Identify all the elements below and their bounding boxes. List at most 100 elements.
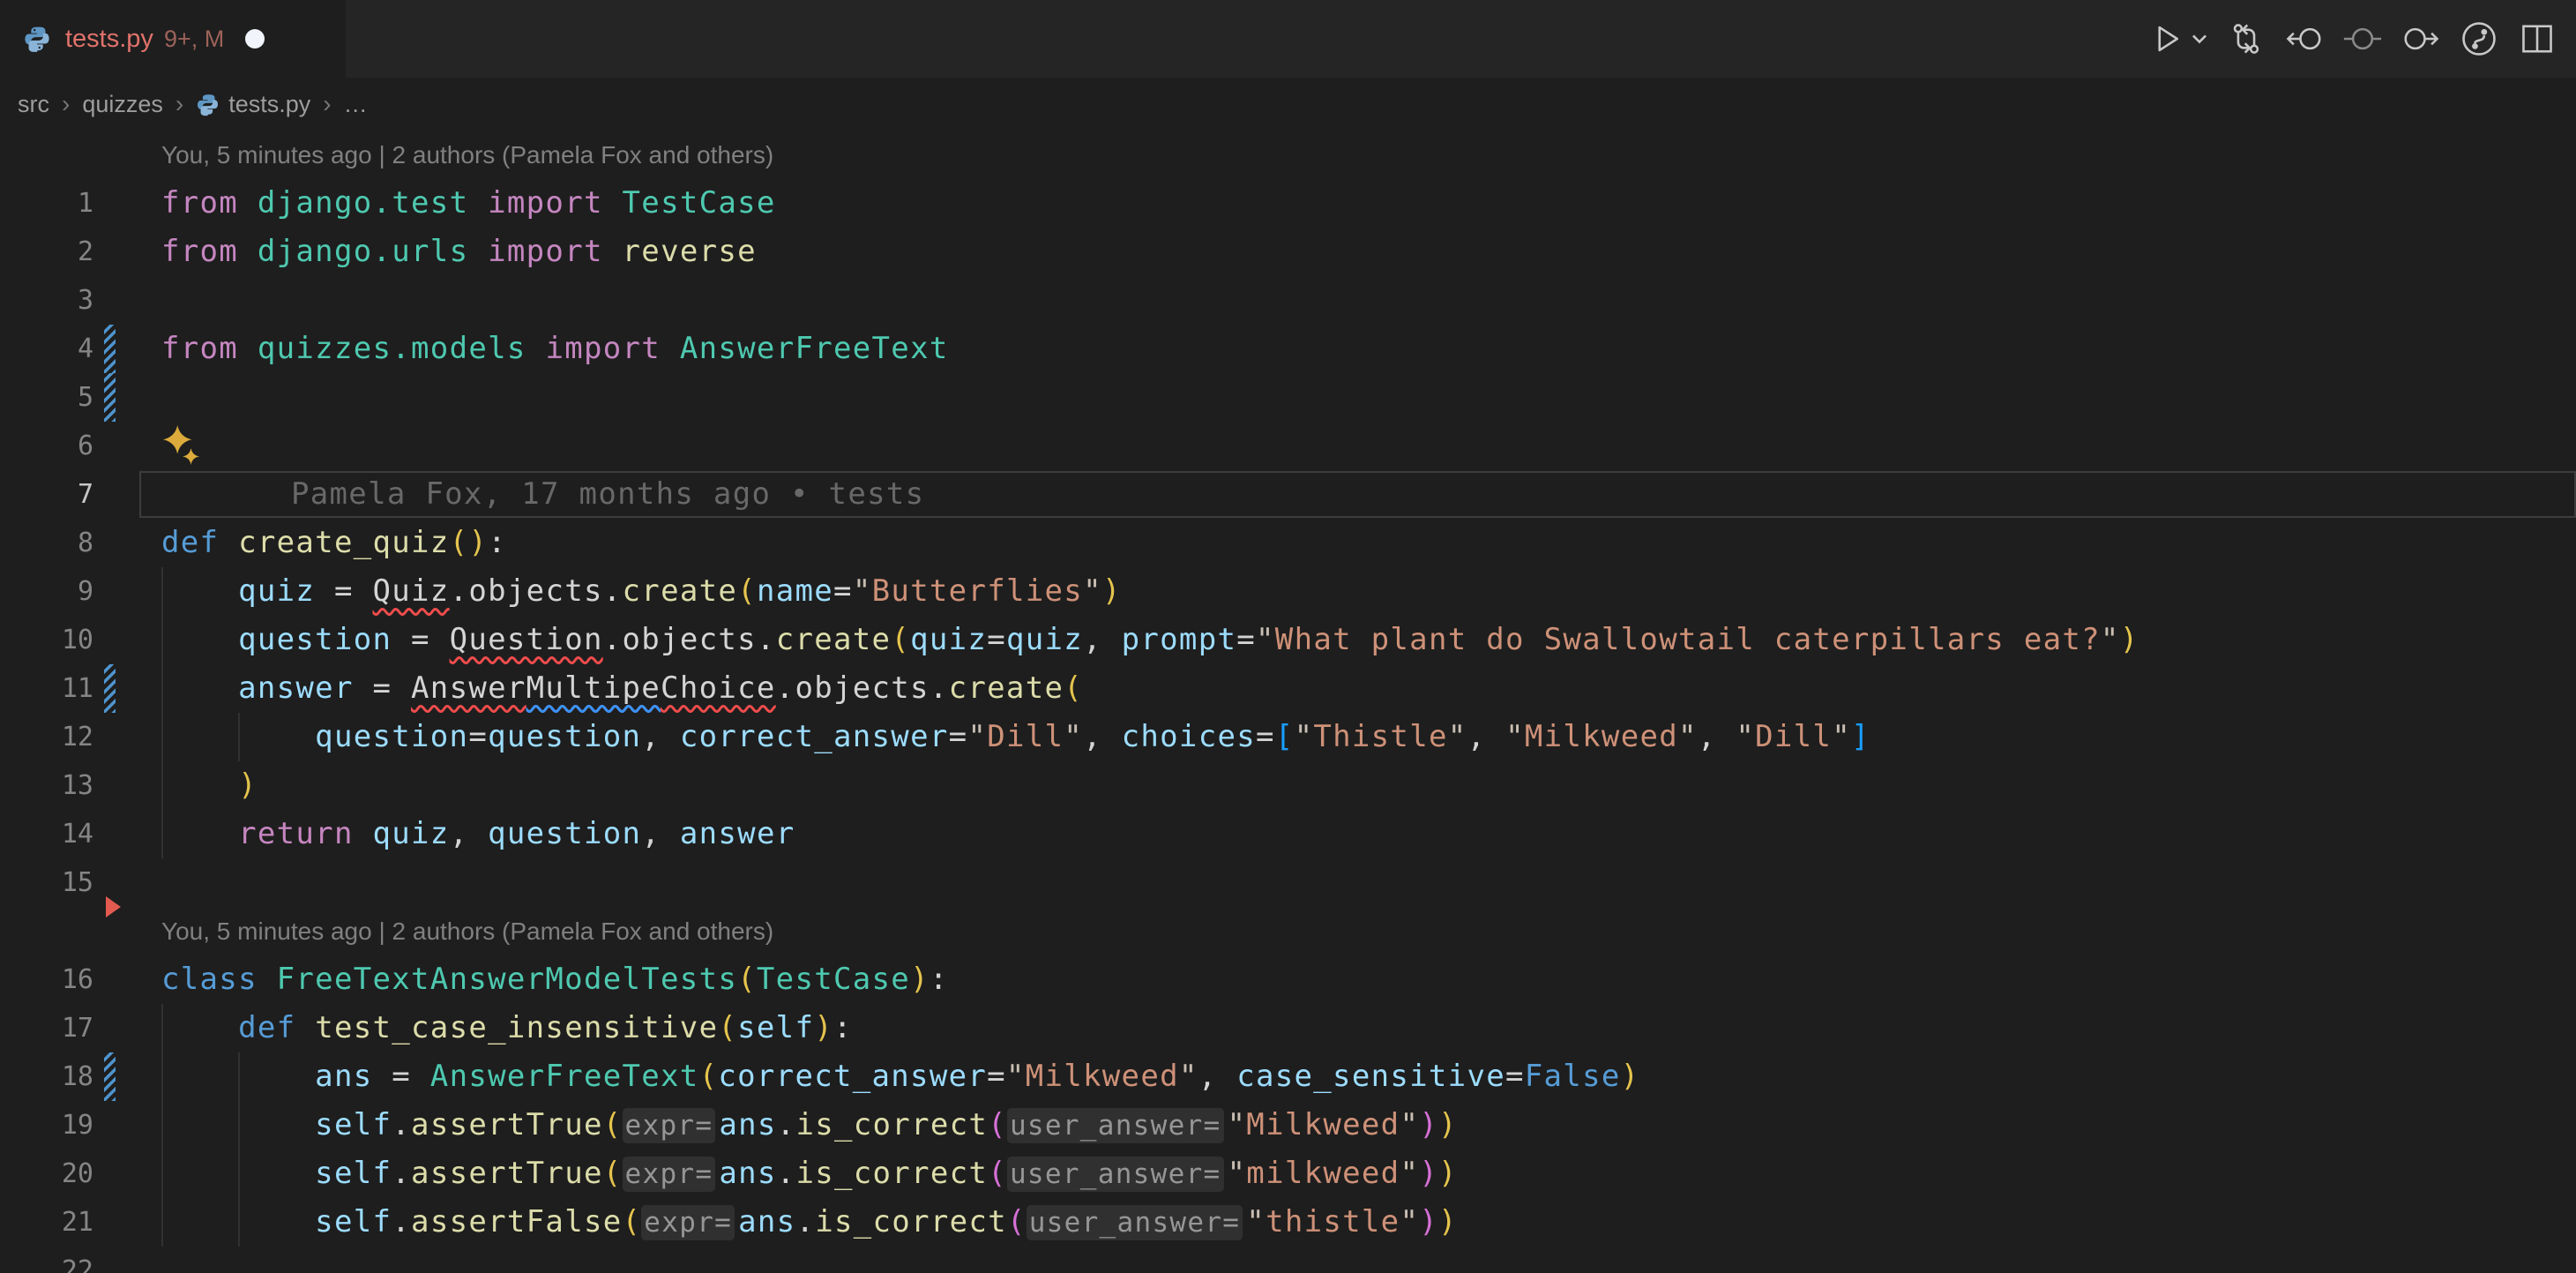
code-token: = xyxy=(1236,622,1256,657)
breadcrumb-separator: › xyxy=(323,90,331,118)
line-number[interactable]: 15 xyxy=(0,858,93,907)
code-line-content[interactable]: self.assertTrue(expr=ans.is_correct(user… xyxy=(161,1101,2576,1150)
next-change-icon[interactable] xyxy=(2398,11,2444,67)
code-token: ) xyxy=(814,1010,833,1045)
line-number[interactable]: 1 xyxy=(0,179,93,228)
code-line-content[interactable]: from django.test import TestCase xyxy=(161,179,2576,228)
line-number[interactable]: 17 xyxy=(0,1004,93,1052)
code-line-content[interactable]: self.assertTrue(expr=ans.is_correct(user… xyxy=(161,1149,2576,1199)
code-editor[interactable]: You, 5 minutes ago | 2 authors (Pamela F… xyxy=(0,131,2576,1273)
code-token: AnswerFreeText xyxy=(430,1059,699,1094)
code-token xyxy=(603,234,623,269)
line-number[interactable]: 4 xyxy=(0,325,93,373)
run-python-file-button[interactable] xyxy=(2144,11,2190,67)
line-number[interactable]: 16 xyxy=(0,955,93,1004)
open-changes-icon[interactable] xyxy=(2340,11,2386,67)
code-line-content[interactable] xyxy=(161,422,2576,470)
code-token: from xyxy=(161,185,238,221)
run-dropdown-chevron[interactable] xyxy=(2188,11,2211,67)
code-token: False xyxy=(1525,1059,1621,1094)
line-number[interactable]: 6 xyxy=(0,422,93,470)
code-token: from xyxy=(161,331,238,366)
modified-lines-gutter-marker xyxy=(104,664,116,713)
code-token xyxy=(603,185,623,221)
unsaved-changes-dot[interactable] xyxy=(245,29,265,49)
code-token: create xyxy=(949,670,1064,706)
code-token: ) xyxy=(238,768,258,803)
line-number[interactable]: 9 xyxy=(0,567,93,616)
code-line-content[interactable]: ans = AnswerFreeText(correct_answer="Mil… xyxy=(161,1052,2576,1101)
line-number[interactable]: 19 xyxy=(0,1101,93,1149)
code-line-content[interactable]: from quizzes.models import AnswerFreeTex… xyxy=(161,325,2576,373)
code-row: 15 xyxy=(0,858,2576,907)
code-row: 9 quiz = Quiz.objects.create(name="Butte… xyxy=(0,567,2576,616)
code-token: " xyxy=(1006,1059,1026,1094)
code-line-content[interactable]: ) xyxy=(161,761,2576,810)
code-token: = xyxy=(1256,719,1275,754)
code-token: Dill xyxy=(987,719,1064,754)
code-line-content[interactable]: def test_case_insensitive(self): xyxy=(161,1004,2576,1052)
copilot-sparkle-icon[interactable] xyxy=(161,423,202,466)
breadcrumb-quizzes[interactable]: quizzes xyxy=(82,91,163,118)
tab-bar: tests.py 9+, M xyxy=(0,0,2576,78)
code-row: 5 xyxy=(0,373,2576,422)
code-token: Butterflies xyxy=(872,573,1083,609)
code-line-content[interactable]: question=question, correct_answer="Dill"… xyxy=(161,713,2576,761)
code-token: question xyxy=(488,719,641,754)
line-number[interactable]: 2 xyxy=(0,228,93,276)
code-token: . xyxy=(392,1204,411,1239)
code-token: correct_answer xyxy=(718,1059,987,1094)
code-token: .objects. xyxy=(776,670,949,706)
code-line-content[interactable]: def create_quiz(): xyxy=(161,519,2576,567)
code-token: django.test xyxy=(258,185,468,221)
line-number[interactable]: 18 xyxy=(0,1052,93,1101)
line-number[interactable]: 10 xyxy=(0,616,93,664)
line-number[interactable]: 14 xyxy=(0,810,93,858)
code-token: = xyxy=(468,719,488,754)
code-line-content[interactable]: class FreeTextAnswerModelTests(TestCase)… xyxy=(161,955,2576,1004)
previous-change-icon[interactable] xyxy=(2281,11,2327,67)
line-number[interactable]: 5 xyxy=(0,373,93,422)
line-number[interactable]: 11 xyxy=(0,664,93,713)
code-row: 1 from django.test import TestCase xyxy=(0,179,2576,228)
code-token: ) xyxy=(2120,622,2139,657)
line-number[interactable]: 7 xyxy=(0,470,93,519)
code-token xyxy=(161,1107,315,1142)
code-line-content[interactable]: from django.urls import reverse xyxy=(161,228,2576,276)
breadcrumb: src › quizzes › tests.py › … xyxy=(0,78,2576,131)
line-number[interactable]: 3 xyxy=(0,276,93,325)
code-token: question xyxy=(238,622,392,657)
tab-tests-py[interactable]: tests.py 9+, M xyxy=(0,0,346,78)
split-editor-icon[interactable] xyxy=(2514,11,2560,67)
line-number[interactable]: 22 xyxy=(0,1247,93,1273)
modified-lines-gutter-marker xyxy=(104,325,116,373)
code-line-content[interactable]: question = Question.objects.create(quiz=… xyxy=(161,616,2576,664)
code-token: = xyxy=(372,1059,429,1094)
code-line-content[interactable]: answer = AnswerMultipeChoice.objects.cre… xyxy=(161,664,2576,713)
code-token: assertTrue xyxy=(411,1107,603,1142)
code-token: : xyxy=(488,525,507,560)
code-token: " xyxy=(1400,1204,1419,1239)
code-line-content[interactable]: self.assertFalse(expr=ans.is_correct(use… xyxy=(161,1198,2576,1247)
code-token: ( xyxy=(603,1156,623,1191)
code-token: () xyxy=(450,525,489,560)
code-token: is_correct xyxy=(795,1107,988,1142)
blame-annotation[interactable]: You, 5 minutes ago | 2 authors (Pamela F… xyxy=(161,131,2576,179)
line-number[interactable]: 8 xyxy=(0,519,93,567)
line-number[interactable]: 20 xyxy=(0,1149,93,1198)
line-number[interactable]: 12 xyxy=(0,713,93,761)
code-token: ( xyxy=(1007,1204,1027,1239)
code-line-content[interactable]: quiz = Quiz.objects.create(name="Butterf… xyxy=(161,567,2576,616)
code-line-content[interactable]: return quiz, question, answer xyxy=(161,810,2576,858)
breadcrumb-tests-py[interactable]: tests.py xyxy=(196,91,310,118)
python-file-icon xyxy=(196,93,220,116)
compare-changes-icon[interactable] xyxy=(2223,11,2269,67)
code-token xyxy=(661,331,680,366)
line-number[interactable]: 21 xyxy=(0,1198,93,1247)
breadcrumb-symbol-ellipsis[interactable]: … xyxy=(344,91,368,118)
line-number[interactable]: 13 xyxy=(0,761,93,810)
code-token: " xyxy=(1228,1107,1247,1142)
blame-annotation[interactable]: You, 5 minutes ago | 2 authors (Pamela F… xyxy=(161,907,2576,955)
breadcrumb-src[interactable]: src xyxy=(18,91,49,118)
commit-graph-icon[interactable] xyxy=(2456,11,2502,67)
